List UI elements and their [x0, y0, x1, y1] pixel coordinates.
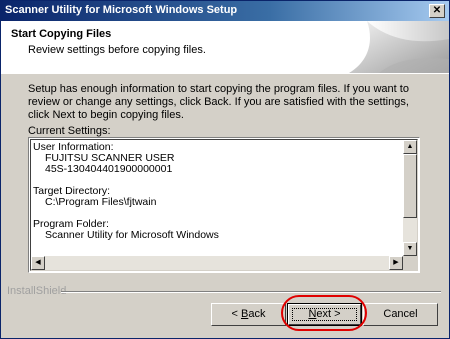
setup-dialog: Scanner Utility for Microsoft Windows Se…: [0, 0, 450, 339]
instructions-text: Setup has enough information to start co…: [28, 83, 409, 121]
vertical-scrollbar[interactable]: ▲ ▼: [403, 140, 417, 256]
footer-divider-highlight: [61, 292, 441, 293]
header-divider: [1, 73, 449, 74]
scroll-left-icon: ◀: [35, 259, 41, 266]
target-directory-value: C:\Program Files\fjtwain: [45, 196, 157, 208]
cancel-button[interactable]: Cancel: [363, 303, 438, 326]
back-label-rest: ack: [248, 308, 266, 320]
serial-value: 45S-130404401900000001: [45, 163, 173, 175]
scroll-up-icon: ▲: [406, 143, 414, 150]
settings-content: User Information: FUJITSU SCANNER USER 4…: [33, 142, 219, 241]
settings-listbox-frame: User Information: FUJITSU SCANNER USER 4…: [30, 139, 418, 271]
title-bar[interactable]: Scanner Utility for Microsoft Windows Se…: [1, 1, 449, 21]
scrollbar-corner: [403, 256, 417, 270]
page-curl-graphic: [349, 21, 449, 73]
window-title: Scanner Utility for Microsoft Windows Se…: [5, 4, 238, 16]
current-settings-label: Current Settings:: [28, 125, 111, 137]
horizontal-scrollbar[interactable]: ◀ ▶: [31, 256, 403, 270]
page-subtitle: Review settings before copying files.: [28, 44, 206, 56]
scroll-down-icon: ▼: [406, 245, 414, 252]
next-button-highlight-ring: [281, 295, 367, 331]
settings-listbox[interactable]: User Information: FUJITSU SCANNER USER 4…: [28, 137, 420, 273]
scroll-up-button[interactable]: ▲: [403, 140, 417, 154]
scroll-left-button[interactable]: ◀: [31, 256, 45, 270]
scroll-right-icon: ▶: [393, 259, 399, 266]
wizard-header: Start Copying Files Review settings befo…: [1, 21, 449, 74]
page-title: Start Copying Files: [11, 28, 112, 40]
scroll-right-button[interactable]: ▶: [389, 256, 403, 270]
close-button[interactable]: ✕: [429, 4, 445, 18]
vertical-scroll-thumb[interactable]: [403, 154, 417, 218]
installshield-label: InstallShield: [7, 285, 67, 297]
back-button[interactable]: < Back: [211, 303, 286, 326]
cancel-label: Cancel: [383, 308, 418, 320]
scroll-down-button[interactable]: ▼: [403, 242, 417, 256]
program-folder-value: Scanner Utility for Microsoft Windows: [45, 229, 219, 241]
close-icon: ✕: [432, 5, 442, 16]
back-prefix: <: [231, 308, 241, 320]
